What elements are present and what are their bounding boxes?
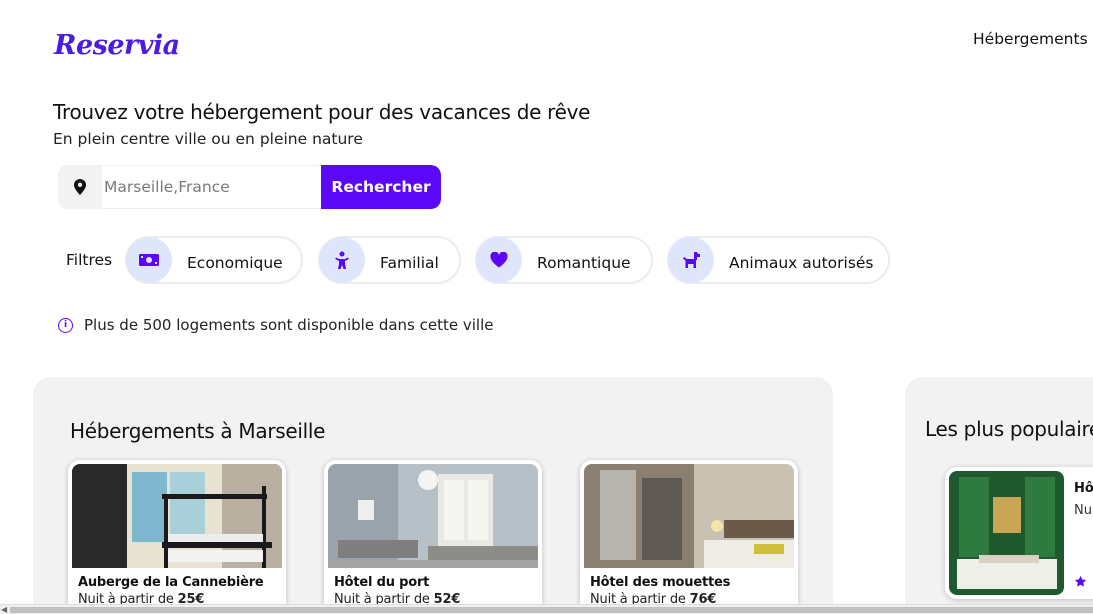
horizontal-scrollbar[interactable]: ◀ bbox=[0, 604, 1093, 614]
filter-economique[interactable]: Economique bbox=[125, 236, 303, 284]
search-bar: Rechercher bbox=[58, 165, 441, 209]
money-icon bbox=[126, 237, 172, 283]
popular-name: Hôt bbox=[1074, 481, 1093, 496]
map-pin-icon bbox=[58, 165, 102, 209]
page-title: Trouvez votre hébergement pour des vacan… bbox=[53, 100, 591, 124]
lodgings-title: Hébergements à Marseille bbox=[70, 419, 326, 443]
search-button[interactable]: Rechercher bbox=[321, 165, 441, 209]
lodging-name: Hôtel des mouettes bbox=[590, 575, 731, 590]
filter-romantique[interactable]: Romantique bbox=[475, 236, 653, 284]
lodging-card[interactable]: Hôtel du port Nuit à partir de 52€ bbox=[324, 460, 542, 614]
filter-familial[interactable]: Familial bbox=[318, 236, 461, 284]
filter-label: Animaux autorisés bbox=[729, 254, 874, 272]
dog-icon bbox=[668, 237, 714, 283]
filter-label: Familial bbox=[380, 254, 439, 272]
info-text: Plus de 500 logements sont disponible da… bbox=[84, 316, 494, 334]
lodging-photo bbox=[584, 464, 794, 568]
lodgings-panel: Hébergements à Marseille Auberge de la C… bbox=[33, 377, 833, 614]
lodging-name: Hôtel du port bbox=[334, 575, 430, 590]
lodging-card[interactable]: Auberge de la Cannebière Nuit à partir d… bbox=[68, 460, 286, 614]
popular-panel: Les plus populaires Hôt Nui bbox=[905, 377, 1093, 614]
filter-animaux[interactable]: Animaux autorisés bbox=[667, 236, 890, 284]
lodging-name: Auberge de la Cannebière bbox=[78, 575, 264, 590]
lodging-photo bbox=[328, 464, 538, 568]
filter-label: Romantique bbox=[537, 254, 631, 272]
star-icon bbox=[1074, 573, 1087, 592]
nav-link-hebergements[interactable]: Hébergements bbox=[973, 30, 1088, 48]
popular-price: Nui bbox=[1074, 503, 1093, 518]
info-message: i Plus de 500 logements sont disponible … bbox=[58, 316, 493, 334]
lodging-photo bbox=[72, 464, 282, 568]
heart-icon bbox=[476, 237, 522, 283]
child-icon bbox=[319, 237, 365, 283]
popular-photo bbox=[949, 471, 1064, 595]
lodging-card[interactable]: Hôtel des mouettes Nuit à partir de 76€ bbox=[580, 460, 798, 614]
popular-card[interactable]: Hôt Nui bbox=[945, 467, 1093, 599]
filters-label: Filtres bbox=[66, 251, 113, 269]
filter-label: Economique bbox=[187, 254, 283, 272]
page-subtitle: En plein centre ville ou en pleine natur… bbox=[53, 130, 363, 148]
search-input[interactable] bbox=[102, 165, 321, 209]
scrollbar-thumb[interactable] bbox=[10, 607, 1093, 613]
info-icon: i bbox=[58, 317, 73, 333]
logo[interactable]: Reservia bbox=[54, 30, 180, 61]
popular-title: Les plus populaires bbox=[925, 417, 1093, 441]
scroll-left-icon[interactable]: ◀ bbox=[1, 605, 7, 614]
